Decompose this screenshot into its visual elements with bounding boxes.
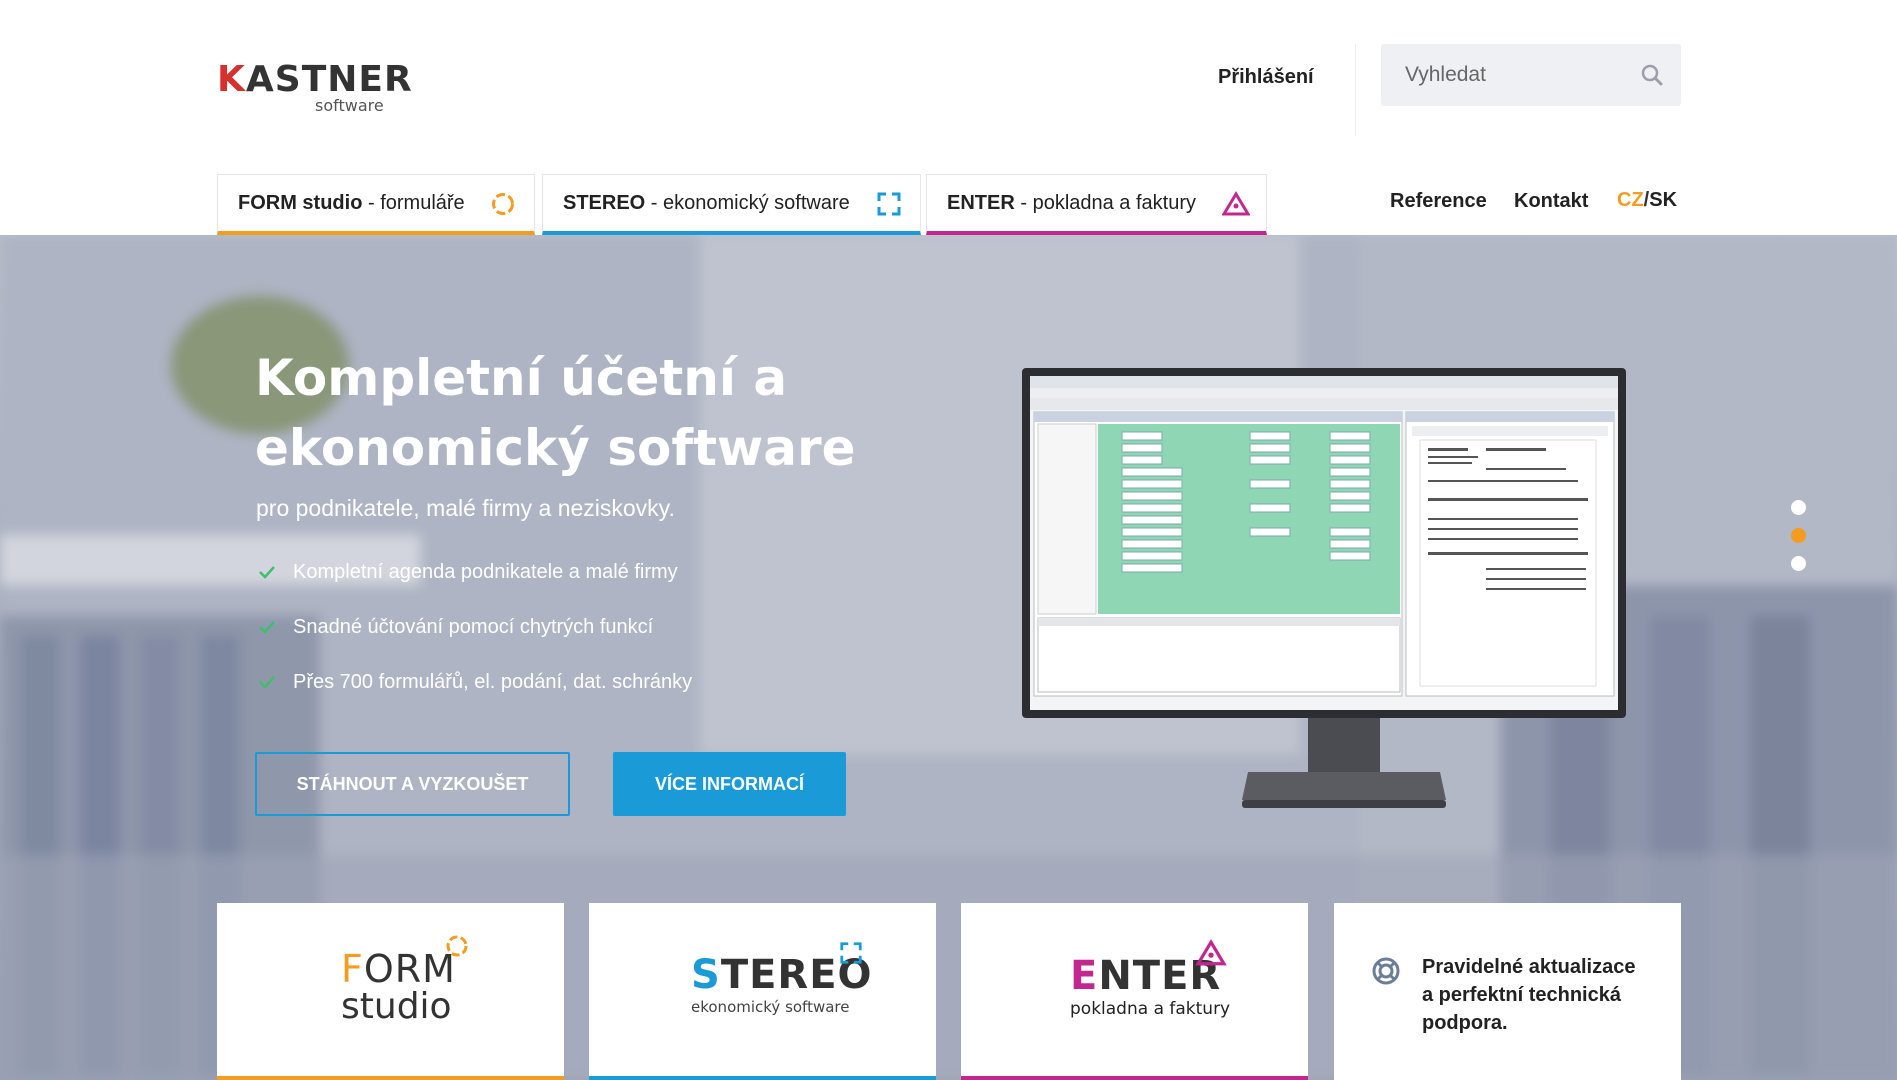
tab-stereo-name: STEREO [563, 191, 646, 214]
stereo-logo-sub: ekonomický software [691, 998, 850, 1016]
site-header: KASTNER software Přihlášení FORM studio … [0, 0, 1897, 235]
logo-subtitle: software [315, 96, 384, 115]
tab-enter-desc: - pokladna a faktury [1014, 191, 1197, 214]
form-logo-first: F [341, 947, 364, 991]
slider-dot[interactable] [1791, 500, 1806, 515]
feature-item: Přes 700 formulářů, el. podání, dat. sch… [258, 671, 692, 726]
card-stereo[interactable]: STEREO ekonomický software [589, 903, 936, 1080]
feature-list: Kompletní agenda podnikatele a malé firm… [258, 561, 692, 726]
monitor-screenshot-image [1022, 368, 1626, 808]
ring-icon [490, 191, 516, 217]
kastner-logo[interactable]: KASTNER software [217, 59, 412, 116]
card-form-studio[interactable]: FORM studio [217, 903, 564, 1080]
support-text: Pravidelné aktualizace a perfektní techn… [1422, 956, 1636, 1034]
hero-subtitle: pro podnikatele, malé firmy a neziskovky… [256, 495, 675, 521]
enter-logo-first: E [1070, 953, 1099, 999]
tab-form-studio[interactable]: FORM studio - formuláře [217, 174, 535, 235]
slider-dot-active[interactable] [1791, 528, 1806, 543]
stereo-logo-first: S [691, 952, 721, 998]
nav-contact[interactable]: Kontakt [1514, 190, 1588, 213]
slider-dot[interactable] [1791, 556, 1806, 571]
feature-text: Snadné účtování pomocí chytrých funkcí [293, 616, 654, 638]
logo-wordmark-rest: ASTNER [245, 59, 413, 100]
logo-wordmark-initial: K [217, 59, 246, 100]
tab-enter-name: ENTER [947, 191, 1015, 214]
frame-corners-icon [840, 942, 862, 964]
check-icon [259, 621, 275, 634]
lifebuoy-icon [1372, 957, 1400, 985]
card-support: Pravidelné aktualizace a perfektní techn… [1334, 903, 1681, 1080]
header-divider [1355, 44, 1356, 136]
ring-icon [446, 935, 468, 957]
feature-item: Kompletní agenda podnikatele a malé firm… [258, 561, 692, 616]
form-studio-logo: FORM studio [341, 949, 456, 1025]
tab-form-name: FORM studio [238, 191, 363, 214]
feature-item: Snadné účtování pomocí chytrých funkcí [258, 616, 692, 671]
login-link[interactable]: Přihlášení [1218, 66, 1314, 89]
language-switch: CZ/SK [1617, 189, 1677, 212]
tab-stereo-desc: - ekonomický software [645, 191, 850, 214]
download-trial-button[interactable]: STÁHNOUT A VYZKOUŠET [255, 752, 570, 816]
slider-pagination [1791, 500, 1806, 584]
feature-text: Přes 700 formulářů, el. podání, dat. sch… [293, 671, 693, 693]
lang-cz[interactable]: CZ [1617, 189, 1644, 211]
form-logo-sub: studio [341, 986, 452, 1027]
tab-form-desc: - formuláře [362, 191, 465, 214]
check-icon [259, 676, 275, 689]
feature-text: Kompletní agenda podnikatele a malé firm… [293, 561, 678, 583]
more-info-button[interactable]: VÍCE INFORMACÍ [613, 752, 846, 816]
search-box [1381, 44, 1681, 106]
search-icon[interactable] [1639, 62, 1665, 88]
form-logo-rest: ORM [363, 947, 456, 991]
card-enter[interactable]: ENTER pokladna a faktury [961, 903, 1308, 1080]
search-input[interactable] [1405, 44, 1625, 106]
logo-wordmark: KASTNER [217, 59, 412, 100]
enter-logo-sub: pokladna a faktury [1070, 999, 1231, 1019]
check-icon [259, 566, 275, 579]
triangle-icon [1221, 191, 1251, 217]
lang-sk[interactable]: SK [1649, 189, 1677, 211]
nav-reference[interactable]: Reference [1390, 190, 1487, 213]
hero-title: Kompletní účetní a ekonomický software [255, 349, 856, 477]
triangle-icon [1195, 939, 1227, 966]
frame-corners-icon [876, 191, 902, 217]
tab-stereo[interactable]: STEREO - ekonomický software [542, 174, 921, 235]
tab-enter[interactable]: ENTER - pokladna a faktury [926, 174, 1267, 235]
